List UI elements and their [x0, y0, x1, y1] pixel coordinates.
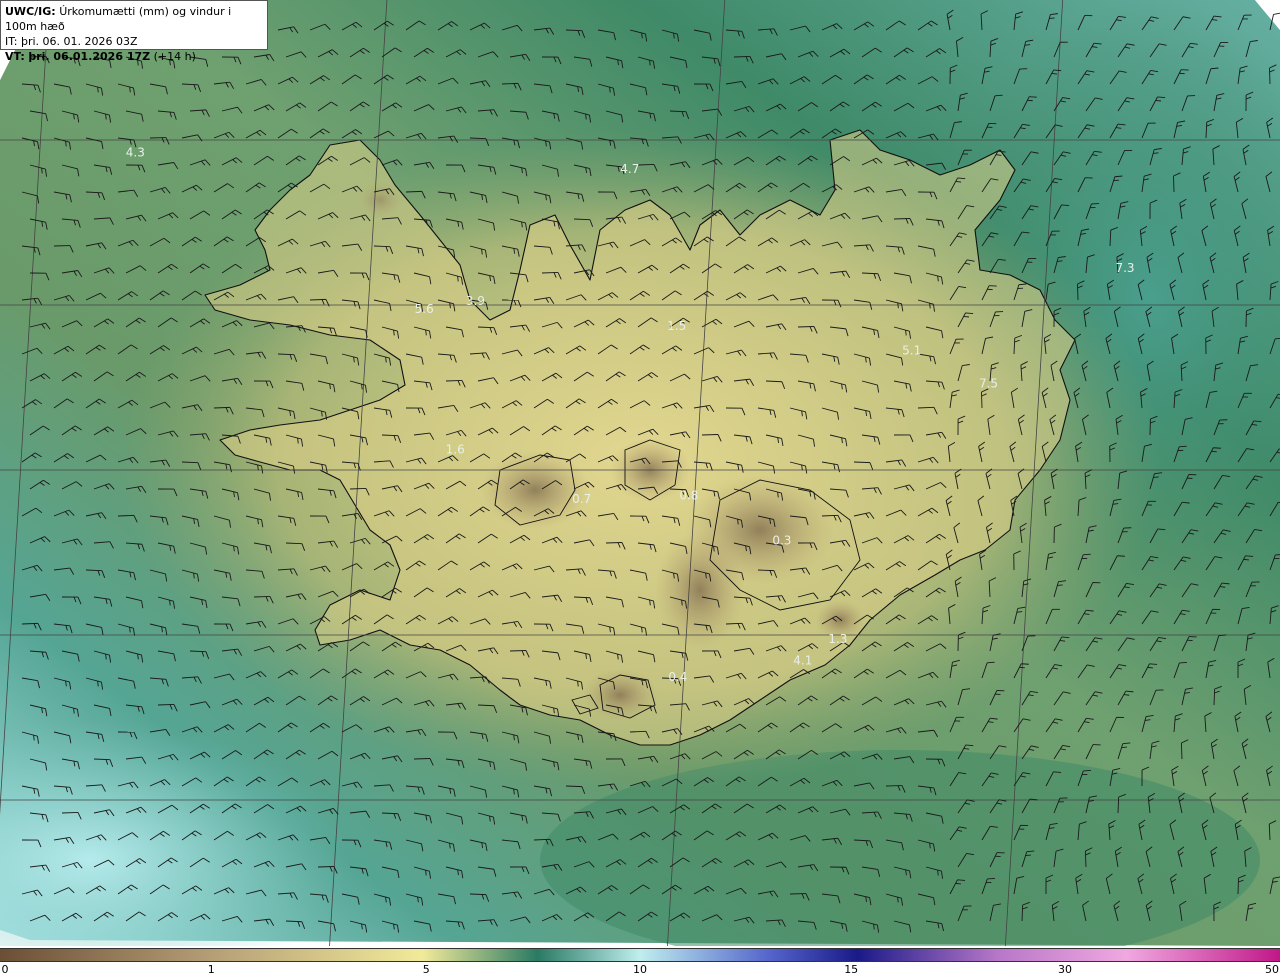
value-label: 0.4 — [668, 670, 687, 684]
value-label: 1.5 — [667, 319, 686, 333]
value-label: 7.5 — [979, 377, 998, 391]
forecast-map: 3.94.34.77.33.95.61.55.17.51.60.70.80.31… — [0, 0, 1280, 946]
value-label: 0.3 — [772, 533, 791, 547]
init-time: þri. 06. 01. 2026 03Z — [20, 35, 138, 48]
value-label: 0.8 — [679, 489, 698, 503]
value-label: 4.7 — [620, 162, 639, 176]
colorbar-tick-label: 30 — [1057, 963, 1072, 976]
model-code: UWC/IG: — [5, 5, 56, 18]
title-line: UWC/IG: Úrkomumætti (mm) og vindur i 100… — [5, 4, 263, 34]
value-label: 5.6 — [415, 302, 434, 316]
valid-label: VT: — [5, 50, 25, 63]
colorbar-tick-label: 0 — [1, 963, 9, 976]
hill-patch-langjokull — [480, 450, 590, 530]
colorbar-tick-label: 10 — [633, 963, 647, 976]
value-label: 4.3 — [126, 146, 145, 160]
map-info-box: UWC/IG: Úrkomumætti (mm) og vindur i 100… — [0, 0, 268, 63]
value-label: 4.1 — [793, 654, 812, 668]
hill-patch-vestfirdir — [358, 182, 402, 218]
colorbar-tick-label: 5 — [422, 963, 430, 976]
value-label: 5.1 — [902, 344, 921, 358]
value-label: 0.7 — [572, 492, 591, 506]
colorbar-tick-label: 1 — [207, 963, 215, 976]
value-label: 1.3 — [828, 632, 847, 646]
init-line: IT: þri. 06. 01. 2026 03Z — [5, 34, 263, 49]
hill-patch-central — [655, 530, 745, 650]
lead-time: (+14 h) — [153, 50, 196, 63]
colorbar-tick-label: 50 — [1265, 963, 1279, 976]
colorbar-ticks: 0 1 5 10 15 30 50 — [0, 962, 1280, 978]
colorbar-tick-label: 15 — [844, 963, 859, 976]
value-label: 7.3 — [1115, 261, 1134, 275]
value-label: 3.9 — [466, 294, 485, 308]
precip-colorbar — [0, 948, 1280, 962]
valid-line: VT: þri. 06.01.2026 17Z (+14 h) — [5, 49, 263, 64]
value-label: 1.6 — [446, 443, 465, 457]
init-label: IT: — [5, 35, 18, 48]
valid-time: þri. 06.01.2026 17Z — [28, 50, 151, 63]
hill-patch-myrdalsjokull — [582, 669, 658, 721]
